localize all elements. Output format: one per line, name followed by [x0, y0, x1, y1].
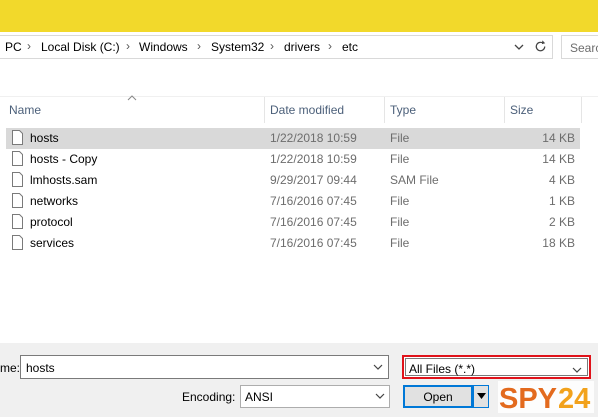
- title-bar-band: [0, 0, 598, 32]
- file-row-services[interactable]: services 7/16/2016 07:45 File 18 KB: [6, 233, 580, 254]
- file-name: hosts - Copy: [30, 152, 98, 166]
- file-date: 9/29/2017 09:44: [270, 173, 357, 187]
- file-row-protocol[interactable]: protocol 7/16/2016 07:45 File 2 KB: [6, 212, 580, 233]
- breadcrumb-separator: ›: [27, 39, 31, 53]
- file-row-lmhosts[interactable]: lmhosts.sam 9/29/2017 09:44 SAM File 4 K…: [6, 170, 580, 191]
- file-type-value: All Files (*.*): [409, 362, 476, 376]
- column-header-name[interactable]: Name: [9, 103, 41, 117]
- open-button[interactable]: Open: [403, 385, 473, 408]
- file-type: File: [390, 194, 410, 208]
- breadcrumb-separator: ›: [126, 39, 130, 53]
- file-type: File: [390, 131, 410, 145]
- encoding-select[interactable]: ANSI: [240, 385, 390, 408]
- breadcrumb-separator: ›: [328, 39, 332, 53]
- toolbar: [0, 62, 598, 97]
- filename-value: hosts: [26, 361, 55, 375]
- file-date: 1/22/2018 10:59: [270, 152, 357, 166]
- file-type-select[interactable]: All Files (*.*): [405, 358, 588, 376]
- file-icon: [12, 151, 23, 166]
- address-bar[interactable]: PC › Local Disk (C:) › Windows › System3…: [0, 35, 553, 59]
- search-input[interactable]: Searc: [561, 35, 598, 59]
- file-size: 1 KB: [548, 194, 575, 208]
- file-row-hosts-copy[interactable]: hosts - Copy 1/22/2018 10:59 File 14 KB: [6, 149, 580, 170]
- file-type-filter[interactable]: All Files (*.*): [402, 355, 591, 379]
- file-date: 7/16/2016 07:45: [270, 236, 357, 250]
- caret-down-icon: [477, 393, 486, 399]
- file-size: 18 KB: [542, 236, 575, 250]
- filename-label: me:: [0, 361, 21, 375]
- encoding-label: Encoding:: [182, 390, 236, 404]
- column-divider[interactable]: [384, 97, 385, 123]
- breadcrumb-local-disk[interactable]: Local Disk (C:): [41, 40, 120, 54]
- refresh-icon[interactable]: [533, 39, 548, 54]
- breadcrumb-separator: ›: [270, 39, 274, 53]
- open-button-label: Open: [423, 390, 453, 404]
- file-row-networks[interactable]: networks 7/16/2016 07:45 File 1 KB: [6, 191, 580, 212]
- file-size: 2 KB: [548, 215, 575, 229]
- file-name: networks: [30, 194, 79, 208]
- file-name: services: [30, 236, 75, 250]
- spy24-logo: SPY 24: [498, 381, 594, 415]
- file-type: File: [390, 152, 410, 166]
- column-divider[interactable]: [504, 97, 505, 123]
- file-date: 7/16/2016 07:45: [270, 215, 357, 229]
- breadcrumb-etc[interactable]: etc: [342, 40, 358, 54]
- file-icon: [12, 214, 23, 229]
- file-icon: [12, 130, 23, 145]
- column-divider[interactable]: [264, 97, 265, 123]
- file-date: 7/16/2016 07:45: [270, 194, 357, 208]
- encoding-value: ANSI: [245, 390, 274, 404]
- column-header-type[interactable]: Type: [390, 103, 416, 117]
- breadcrumb-system32[interactable]: System32: [211, 40, 264, 54]
- svg-text:SPY: SPY: [499, 383, 557, 415]
- chevron-down-icon[interactable]: [571, 365, 583, 375]
- file-type: SAM File: [390, 173, 439, 187]
- file-icon: [12, 172, 23, 187]
- file-icon: [12, 193, 23, 208]
- file-size: 4 KB: [548, 173, 575, 187]
- breadcrumb-pc[interactable]: PC: [5, 40, 22, 54]
- file-type: File: [390, 215, 410, 229]
- chevron-down-icon[interactable]: [512, 40, 526, 54]
- file-name: protocol: [30, 215, 73, 229]
- column-header-date[interactable]: Date modified: [270, 103, 344, 117]
- svg-text:24: 24: [558, 383, 590, 415]
- breadcrumb-drivers[interactable]: drivers: [284, 40, 320, 54]
- file-size: 14 KB: [542, 152, 575, 166]
- file-row-hosts[interactable]: hosts 1/22/2018 10:59 File 14 KB: [6, 128, 580, 149]
- file-size: 14 KB: [542, 131, 575, 145]
- file-name: hosts: [30, 131, 59, 145]
- file-type: File: [390, 236, 410, 250]
- filename-input[interactable]: hosts: [20, 355, 389, 379]
- search-placeholder: Searc: [570, 41, 598, 55]
- chevron-down-icon[interactable]: [372, 362, 384, 372]
- file-date: 1/22/2018 10:59: [270, 131, 357, 145]
- sort-ascending-icon: [127, 95, 137, 101]
- chevron-down-icon[interactable]: [374, 391, 386, 401]
- breadcrumb-separator: ›: [197, 39, 201, 53]
- file-name: lmhosts.sam: [30, 173, 98, 187]
- column-header-size[interactable]: Size: [510, 103, 533, 117]
- file-icon: [12, 235, 23, 250]
- open-options-button[interactable]: [473, 385, 489, 408]
- column-divider[interactable]: [581, 97, 582, 123]
- breadcrumb-windows[interactable]: Windows: [139, 40, 188, 54]
